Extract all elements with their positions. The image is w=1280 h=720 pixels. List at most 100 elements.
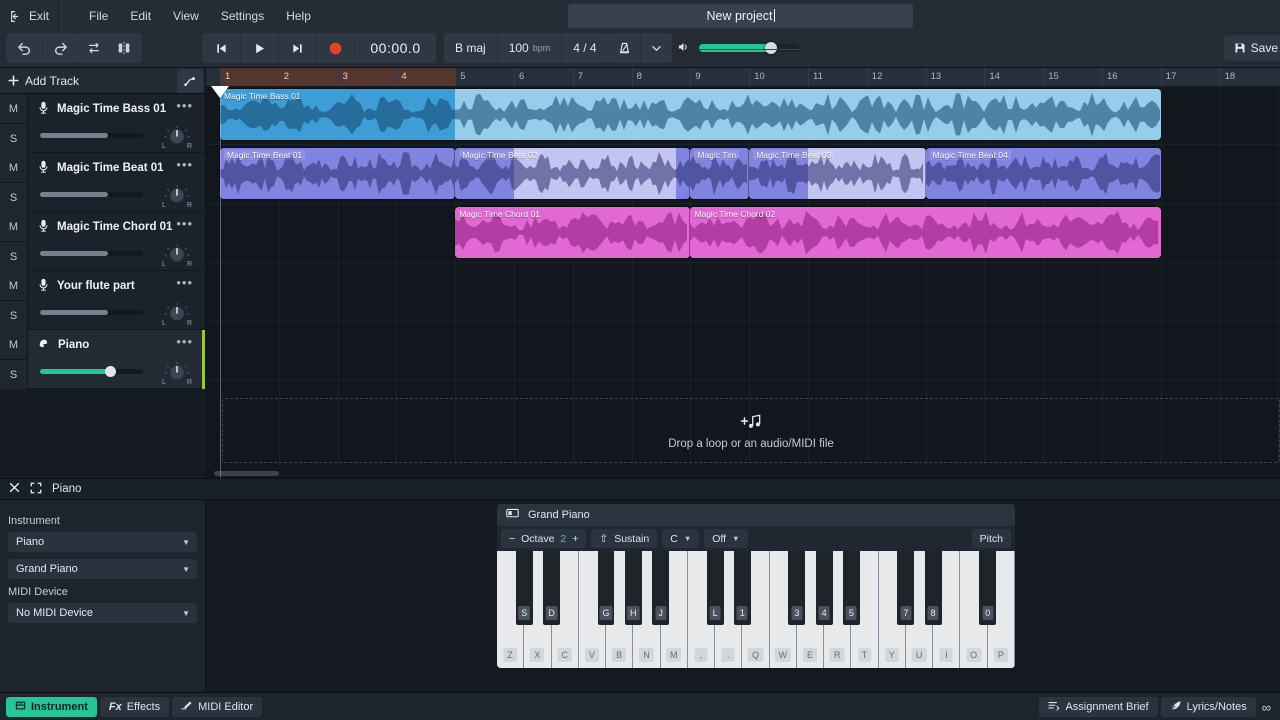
metronome-options-button[interactable] xyxy=(640,33,672,63)
piano-black-key-G[interactable]: G xyxy=(597,551,615,625)
mute-button-2[interactable]: M xyxy=(0,212,27,241)
pan-knob-4[interactable]: LR xyxy=(162,361,192,386)
menu-edit[interactable]: Edit xyxy=(119,0,162,32)
piano-black-key-7[interactable]: 7 xyxy=(897,551,915,625)
track-header-4[interactable]: M S Piano ••• L R xyxy=(0,330,205,389)
track-lane-3[interactable] xyxy=(206,263,1280,322)
track-options-button-0[interactable]: ••• xyxy=(176,99,193,112)
tab-midi-editor[interactable]: MIDI Editor xyxy=(172,697,263,717)
piano-black-key-H[interactable]: H xyxy=(624,551,642,625)
play-button[interactable] xyxy=(240,33,278,63)
undo-button[interactable] xyxy=(6,33,42,63)
track-lane-4[interactable] xyxy=(206,322,1280,381)
redo-button[interactable] xyxy=(42,33,78,63)
piano-black-key-0[interactable]: 0 xyxy=(979,551,997,625)
pan-knob-0[interactable]: LR xyxy=(162,125,192,150)
lyrics-notes-button[interactable]: Lyrics/Notes xyxy=(1160,697,1256,717)
octave-minus-button[interactable]: − xyxy=(509,533,515,545)
solo-button-4[interactable]: S xyxy=(0,359,27,389)
timeline-area[interactable]: 1 2 3 4 5 6 7 8 9 10 11 12 13 14 15 16 17 18 Magic Time B… xyxy=(206,68,1280,478)
key-signature-button[interactable]: B maj xyxy=(444,33,497,63)
exit-button[interactable]: Exit xyxy=(0,0,63,32)
close-icon[interactable] xyxy=(9,482,20,496)
track-volume-slider-2[interactable] xyxy=(40,251,143,256)
menu-help[interactable]: Help xyxy=(275,0,322,32)
drop-zone[interactable]: Drop a loop or an audio/MIDI file xyxy=(222,398,1280,463)
pan-knob-1[interactable]: LR xyxy=(162,184,192,209)
infinity-icon[interactable]: ∞ xyxy=(1259,700,1274,715)
piano-black-key-4[interactable]: 4 xyxy=(815,551,833,625)
track-volume-slider-1[interactable] xyxy=(40,192,143,197)
expand-icon[interactable] xyxy=(30,482,42,497)
clip-0[interactable]: Magic Time Bass 01 xyxy=(220,89,1161,140)
track-name-0[interactable]: Magic Time Bass 01 xyxy=(38,101,166,117)
clip-2[interactable]: Magic Time Beat 02 xyxy=(455,148,691,199)
menu-file[interactable]: File xyxy=(78,0,119,32)
assignment-brief-button[interactable]: Assignment Brief xyxy=(1039,697,1158,717)
mute-button-0[interactable]: M xyxy=(0,94,27,123)
track-volume-slider-0[interactable] xyxy=(40,133,143,138)
tempo-button[interactable]: 100 bpm xyxy=(496,33,562,63)
mute-button-3[interactable]: M xyxy=(0,271,27,300)
track-name-4[interactable]: Piano xyxy=(38,337,89,352)
piano-black-key-8[interactable]: 8 xyxy=(924,551,942,625)
track-name-3[interactable]: Your flute part xyxy=(38,278,135,294)
track-options-button-1[interactable]: ••• xyxy=(176,158,193,171)
timeline-ruler[interactable]: 1 2 3 4 5 6 7 8 9 10 11 12 13 14 15 16 17 18 xyxy=(206,68,1280,86)
metronome-button[interactable] xyxy=(608,33,640,63)
piano-black-key-3[interactable]: 3 xyxy=(788,551,806,625)
pitch-button[interactable]: Pitch xyxy=(971,529,1011,548)
clip-5[interactable]: Magic Time Beat 04 xyxy=(925,148,1161,199)
piano-black-key-S[interactable]: S xyxy=(515,551,533,625)
piano-black-key-L[interactable]: L xyxy=(706,551,724,625)
skip-to-end-button[interactable] xyxy=(278,33,316,63)
clip-6[interactable]: Magic Time Chord 01 xyxy=(455,207,691,258)
octave-plus-button[interactable]: + xyxy=(572,533,578,545)
sustain-button[interactable]: ⇧ Sustain xyxy=(591,529,658,548)
preset-select[interactable]: Grand Piano ▼ xyxy=(8,559,197,579)
piano-black-key-J[interactable]: J xyxy=(652,551,670,625)
master-volume-slider[interactable] xyxy=(699,42,799,54)
track-header-2[interactable]: M S Magic Time Chord 01 ••• L R xyxy=(0,212,205,271)
project-title-input[interactable]: New project xyxy=(568,4,913,28)
automation-button[interactable] xyxy=(177,69,203,93)
track-options-button-2[interactable]: ••• xyxy=(176,217,193,230)
menu-settings[interactable]: Settings xyxy=(210,0,275,32)
save-button[interactable]: Save xyxy=(1223,35,1280,61)
menu-view[interactable]: View xyxy=(162,0,210,32)
horizontal-scrollbar[interactable] xyxy=(214,471,279,476)
split-clip-button[interactable] xyxy=(106,33,142,63)
track-options-button-3[interactable]: ••• xyxy=(176,276,193,289)
pan-knob-2[interactable]: LR xyxy=(162,243,192,268)
track-volume-slider-4[interactable] xyxy=(40,365,143,377)
clip-4[interactable]: Magic Time Beat 03 xyxy=(749,148,926,199)
time-signature-button[interactable]: 4 / 4 xyxy=(561,33,608,63)
track-header-3[interactable]: M S Your flute part ••• L R xyxy=(0,271,205,330)
instrument-select[interactable]: Piano ▼ xyxy=(8,532,197,552)
track-name-2[interactable]: Magic Time Chord 01 xyxy=(38,219,172,235)
mute-button-4[interactable]: M xyxy=(0,330,27,359)
mute-button-1[interactable]: M xyxy=(0,153,27,182)
solo-button-1[interactable]: S xyxy=(0,182,27,212)
playhead-marker[interactable] xyxy=(211,86,229,98)
clip-7[interactable]: Magic Time Chord 02 xyxy=(690,207,1161,258)
piano-keyboard[interactable]: ZXCVBNM,. QWERTYUIOP SD GH J L 1 3 4 5 7 8 0 xyxy=(497,551,1015,668)
track-volume-slider-3[interactable] xyxy=(40,310,143,315)
root-note-select[interactable]: C ▼ xyxy=(662,529,700,548)
piano-black-key-D[interactable]: D xyxy=(543,551,560,625)
solo-button-2[interactable]: S xyxy=(0,241,27,271)
piano-black-key-5[interactable]: 5 xyxy=(842,551,860,625)
add-track-button[interactable]: Add Track xyxy=(8,74,79,88)
volume-slider-handle[interactable] xyxy=(765,42,777,54)
track-name-1[interactable]: Magic Time Beat 01 xyxy=(38,160,164,176)
tab-effects[interactable]: Fx Effects xyxy=(99,697,170,717)
pan-knob-3[interactable]: LR xyxy=(162,302,192,327)
skip-to-start-button[interactable] xyxy=(202,33,240,63)
octave-control[interactable]: − Octave 2 + xyxy=(501,529,587,548)
record-button[interactable] xyxy=(316,33,354,63)
track-options-button-4[interactable]: ••• xyxy=(176,335,193,348)
clip-1[interactable]: Magic Time Beat 01 xyxy=(220,148,456,199)
tab-instrument[interactable]: Instrument xyxy=(6,697,97,717)
track-header-0[interactable]: M S Magic Time Bass 01 ••• L R xyxy=(0,94,205,153)
scale-mode-select[interactable]: Off ▼ xyxy=(704,529,748,548)
